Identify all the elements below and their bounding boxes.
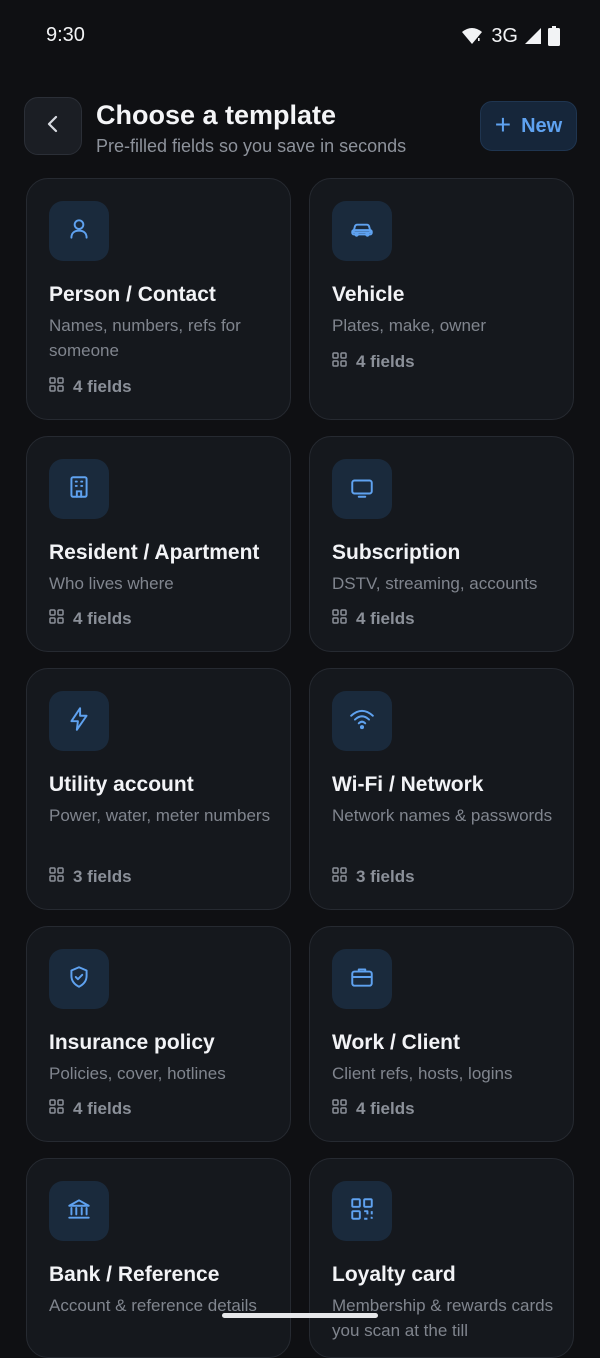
home-indicator[interactable] [222,1313,378,1318]
card-field-count: 4 fields [332,352,415,372]
person-icon [66,216,92,247]
grid-icon [332,352,347,372]
card-icon-container [332,949,392,1009]
template-card-person-contact[interactable]: Person / Contact Names, numbers, refs fo… [26,178,291,420]
new-template-button[interactable]: + New [480,101,577,151]
card-field-count: 3 fields [332,867,415,887]
page-title: Choose a template [96,100,337,130]
tv-icon [349,474,375,505]
card-title: Wi-Fi / Network [332,773,484,796]
grid-icon [332,867,347,887]
card-field-count: 4 fields [49,377,132,397]
card-icon-container [49,201,109,261]
card-icon-container [332,459,392,519]
plus-icon: + [494,109,512,140]
status-time: 9:30 [46,24,85,46]
card-icon-container [49,459,109,519]
field-count-label: 4 fields [356,1099,415,1118]
status-icons: 3G [461,24,560,48]
card-field-count: 4 fields [332,609,415,629]
template-card-work-client[interactable]: Work / Client Client refs, hosts, logins… [309,926,574,1142]
field-count-label: 3 fields [73,867,132,886]
network-type: 3G [491,24,518,47]
template-card-loyalty-card[interactable]: Loyalty card Membership & rewards cards … [309,1158,574,1358]
template-card-vehicle[interactable]: Vehicle Plates, make, owner 4 fields [309,178,574,420]
shield-check-icon [66,964,92,995]
card-field-count: 4 fields [49,609,132,629]
template-card-subscription[interactable]: Subscription DSTV, streaming, accounts 4… [309,436,574,652]
card-title: Person / Contact [49,283,216,306]
battery-icon [548,26,560,46]
card-description: Policies, cover, hotlines [49,1064,226,1083]
car-icon [349,216,375,247]
card-icon-container [49,949,109,1009]
card-icon-container [332,1181,392,1241]
bank-icon [66,1196,92,1227]
template-card-insurance-policy[interactable]: Insurance policy Policies, cover, hotlin… [26,926,291,1142]
briefcase-icon [349,964,375,995]
card-description: Who lives where [49,574,174,593]
grid-icon [332,1099,347,1119]
building-icon [66,474,92,505]
template-card-resident-apartment[interactable]: Resident / Apartment Who lives where 4 f… [26,436,291,652]
lightning-icon [66,706,92,737]
card-icon-container [49,1181,109,1241]
grid-icon [49,867,64,887]
card-title: Work / Client [332,1031,460,1054]
card-title: Vehicle [332,283,405,306]
field-count-label: 3 fields [356,867,415,886]
back-button[interactable] [24,97,82,155]
card-icon-container [332,201,392,261]
card-title: Resident / Apartment [49,541,260,564]
card-description: Power, water, meter numbers [49,806,271,825]
grid-icon [49,609,64,629]
card-description: Names, numbers, refs for someone [49,316,241,360]
card-title: Loyalty card [332,1263,456,1286]
wifi-icon [349,706,375,737]
card-description: DSTV, streaming, accounts [332,574,538,593]
page-subtitle: Pre-filled fields so you save in seconds [96,136,407,156]
field-count-label: 4 fields [356,609,415,628]
status-bar: 9:30 3G [0,0,600,70]
header: Choose a template Pre-filled fields so y… [0,96,600,160]
card-description: Membership & rewards cards you scan at t… [332,1296,554,1340]
grid-icon [49,1099,64,1119]
card-description: Client refs, hosts, logins [332,1064,513,1083]
card-icon-container [332,691,392,751]
card-description: Network names & passwords [332,806,553,825]
card-field-count: 4 fields [49,1099,132,1119]
qr-code-icon [349,1196,375,1227]
card-title: Insurance policy [49,1031,215,1054]
card-title: Subscription [332,541,461,564]
wifi-status-icon [461,27,483,45]
template-card-wifi-network[interactable]: Wi-Fi / Network Network names & password… [309,668,574,910]
grid-icon [49,377,64,397]
template-card-bank-reference[interactable]: Bank / Reference Account & reference det… [26,1158,291,1358]
signal-icon [524,27,542,45]
grid-icon [332,609,347,629]
card-field-count: 3 fields [49,867,132,887]
field-count-label: 4 fields [73,377,132,396]
card-icon-container [49,691,109,751]
card-field-count: 4 fields [332,1099,415,1119]
card-description: Plates, make, owner [332,316,487,335]
chevron-left-icon [43,114,63,139]
field-count-label: 4 fields [356,352,415,371]
template-card-utility-account[interactable]: Utility account Power, water, meter numb… [26,668,291,910]
field-count-label: 4 fields [73,609,132,628]
field-count-label: 4 fields [73,1099,132,1118]
card-title: Utility account [49,773,194,796]
new-button-label: New [521,114,563,137]
card-title: Bank / Reference [49,1263,220,1286]
